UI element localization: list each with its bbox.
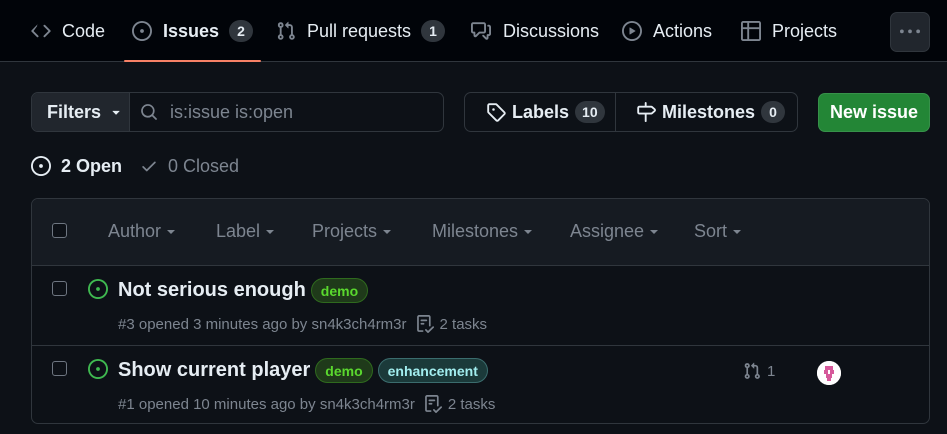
git-pull-request-icon [277,21,295,40]
new-issue-button[interactable]: New issue [818,93,930,132]
filter-label: Sort [694,221,728,241]
author-filter[interactable]: Author [108,221,177,242]
label-demo[interactable]: demo [315,358,373,383]
filter-label: Assignee [570,221,645,241]
milestones-label: Milestones [662,101,756,122]
open-issues-link[interactable]: 2 Open [31,156,122,177]
tab-label: Discussions [503,20,600,41]
checklist-icon [424,395,442,413]
label-demo[interactable]: demo [310,278,369,303]
label-filter[interactable]: Label [216,221,276,242]
labels-label: Labels [512,101,570,122]
labels-counter: 10 [575,101,605,123]
linked-pull-requests[interactable]: 1 [743,362,775,380]
issues-list-header: Author Label Projects Milestones Assigne… [32,199,929,266]
search-icon [141,104,157,120]
filter-label: Projects [312,221,378,241]
task-progress[interactable]: 2 tasks [424,395,496,413]
open-count-label: 2 Open [61,155,123,176]
issue-checkbox[interactable] [52,361,67,376]
issue-opened-icon [88,279,108,299]
issue-row: Show current player demo enhancement #1 … [32,346,929,423]
task-progress[interactable]: 2 tasks [416,315,488,333]
label-enhancement[interactable]: enhancement [377,358,488,383]
comment-discussion-icon [471,22,491,40]
more-tabs-button[interactable] [890,12,930,52]
issue-opened-by: #1 opened 10 minutes ago by sn4k3ch4rm3r [118,395,415,413]
select-all-checkbox[interactable] [52,223,67,238]
issue-state-toggle: 2 Open 0 Closed [31,153,239,179]
identicon-icon [817,361,841,385]
filter-label: Label [216,221,261,241]
tab-code[interactable]: Code [31,0,105,62]
tab-issues[interactable]: Issues 2 [123,0,262,62]
tab-label: Issues [163,20,220,41]
projects-filter[interactable]: Projects [312,221,393,242]
tab-projects[interactable]: Projects [741,0,837,62]
issue-checkbox[interactable] [52,281,67,296]
closed-count-label: 0 Closed [168,155,240,176]
tab-label: Projects [772,20,838,41]
filters-label: Filters [47,101,102,122]
milestones-filter[interactable]: Milestones [432,221,534,242]
closed-issues-link[interactable]: 0 Closed [140,156,239,177]
issues-counter: 2 [229,20,254,42]
issue-opened-by: #3 opened 3 minutes ago by sn4k3ch4rm3r [118,315,407,333]
code-icon [31,24,51,38]
issue-meta: #3 opened 3 minutes ago by sn4k3ch4rm3r … [118,315,487,333]
issue-opened-icon [88,359,108,379]
filters-dropdown-button[interactable]: Filters [32,93,130,131]
filter-label: Author [108,221,162,241]
triangle-down-icon [650,229,659,234]
assignee-avatar[interactable] [817,361,841,385]
triangle-down-icon [112,110,120,115]
linked-pr-count: 1 [767,362,776,380]
issues-list: Author Label Projects Milestones Assigne… [31,198,930,424]
assignee-filter[interactable]: Assignee [570,221,660,242]
search-box [130,93,443,131]
play-icon [622,21,642,41]
issue-opened-icon [31,156,51,176]
filter-bar: Filters [31,92,444,132]
checklist-icon [416,315,434,333]
labels-milestones-group: Labels 10 Milestones 0 [464,92,798,132]
pull-requests-counter: 1 [421,20,446,42]
table-icon [741,21,761,41]
triangle-down-icon [167,229,176,234]
issue-title-link[interactable]: Not serious enough [118,279,306,302]
tag-icon [487,103,506,122]
triangle-down-icon [266,229,275,234]
triangle-down-icon [383,229,392,234]
labels-button[interactable]: Labels 10 [465,93,616,131]
issue-row: Not serious enough demo #3 opened 3 minu… [32,266,929,346]
issue-title-line: Show current player demo enhancement [118,358,488,383]
tab-label: Code [62,20,106,41]
tab-actions[interactable]: Actions [622,0,712,62]
tasks-label: 2 tasks [439,315,488,333]
check-icon [142,161,156,172]
triangle-down-icon [524,229,533,234]
triangle-down-icon [733,229,742,234]
repo-nav: Code Issues 2 Pull requests 1 Discussion… [0,0,947,62]
milestones-button[interactable]: Milestones 0 [616,93,797,131]
search-input[interactable] [170,101,410,123]
milestone-icon [637,102,656,122]
issue-title-line: Not serious enough demo [118,278,369,303]
tab-discussions[interactable]: Discussions [470,0,599,62]
tasks-label: 2 tasks [447,395,496,413]
milestones-counter: 0 [761,101,786,123]
issue-opened-icon [132,21,152,41]
sort-filter[interactable]: Sort [694,221,743,242]
tab-label: Actions [653,20,713,41]
tab-label: Pull requests [307,20,412,41]
filter-label: Milestones [432,221,519,241]
issue-meta: #1 opened 10 minutes ago by sn4k3ch4rm3r… [118,395,495,413]
issue-title-link[interactable]: Show current player [118,359,310,382]
git-pull-request-icon [744,362,760,379]
tab-pull-requests[interactable]: Pull requests 1 [276,0,446,62]
kebab-horizontal-icon [900,29,920,34]
